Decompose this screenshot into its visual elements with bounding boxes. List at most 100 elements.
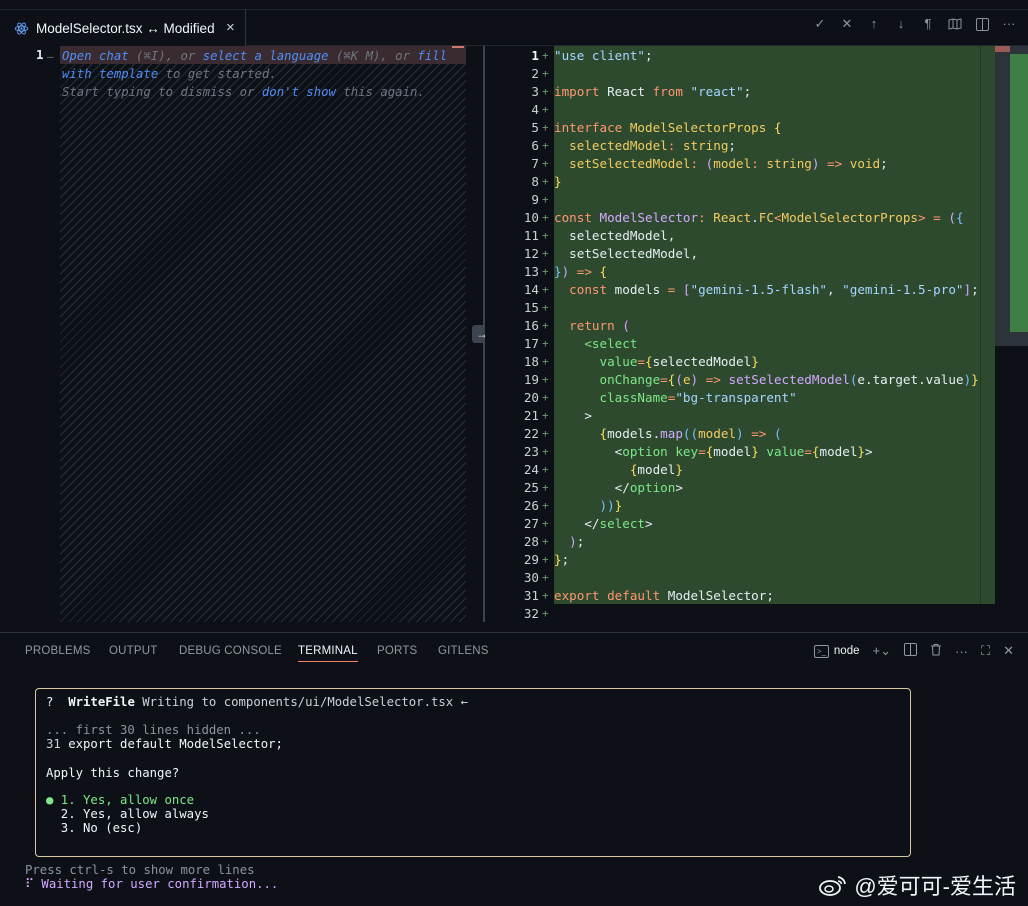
hint-link[interactable]: select a language [203, 49, 329, 63]
code-text: ))} [599, 498, 623, 513]
code-line: 19 + onChange={(e) => setSelectedModel(e.… [485, 371, 995, 389]
line-number: 22 [523, 426, 539, 441]
terminal-selector[interactable]: >_ node [813, 644, 860, 658]
code-line: 23 + <option key={model} value={model}> [485, 443, 995, 461]
added-line-marker: + [542, 121, 549, 134]
split-terminal-icon[interactable] [903, 643, 917, 659]
option-allow-always[interactable]: 2. Yes, allow always [46, 807, 209, 821]
line-number: 30 [523, 570, 539, 585]
pilcrow-icon[interactable]: ¶ [921, 17, 935, 31]
code-text: export default ModelSelector; [554, 588, 774, 603]
hint-text: (⌘I), or [128, 49, 203, 63]
line-number: 28 [523, 534, 539, 549]
code-line: 10 + const ModelSelector: React.FC<ModelSe… [485, 209, 995, 227]
code-text: > [584, 408, 592, 423]
added-line-marker: + [542, 445, 549, 458]
hint-text: Start typing to dismiss or [62, 85, 255, 99]
code-line: 18 + value={selectedModel} [485, 353, 995, 371]
hint-link[interactable]: Open chat [62, 49, 129, 63]
line-number: 6 [531, 138, 539, 153]
tab-gitlens[interactable]: GITLENS [438, 645, 489, 657]
more-icon[interactable]: ··· [1002, 17, 1016, 31]
code-text: }) => { [554, 264, 608, 279]
code-text: import React from "react"; [554, 84, 752, 99]
code-line: 31 + export default ModelSelector; [485, 587, 995, 605]
line-number: 27 [523, 516, 539, 531]
code-line: 32 + [485, 605, 995, 623]
code-text: } [554, 174, 562, 189]
line-number: 11 [523, 228, 539, 243]
editor-tab-bar: ModelSelector.tsx ↔ Modified × ✓ ✕ ↑ ↓ ¶… [0, 0, 1028, 47]
code-line: 20 + className="bg-transparent" [485, 389, 995, 407]
line-number: 15 [523, 300, 539, 315]
more-icon[interactable]: ··· [955, 644, 968, 659]
tab-output[interactable]: OUTPUT [109, 645, 157, 657]
hidden-lines-note: ... first 30 lines hidden ... [46, 723, 261, 737]
modified-editor-pane[interactable]: 1 + "use client"; 2 +3 + import React from "re… [485, 46, 1028, 622]
trash-icon[interactable] [930, 643, 942, 659]
line-number: 2 [531, 66, 539, 81]
tab-terminal[interactable]: TERMINAL [298, 645, 358, 662]
arrow-up-icon[interactable]: ↑ [867, 17, 881, 31]
code-line: 15 + [485, 299, 995, 317]
line-number: 21 [523, 408, 539, 423]
code-line: 14 + const models = ["gemini-1.5-flash", … [485, 281, 995, 299]
code-line: 21 + > [485, 407, 995, 425]
option-allow-once[interactable]: ● 1. Yes, allow once [46, 793, 194, 807]
added-line-marker: + [542, 67, 549, 80]
line-number: 12 [523, 246, 539, 261]
code-text: const models = ["gemini-1.5-flash", "gem… [569, 282, 979, 297]
maximize-panel-icon[interactable]: ⛶ [981, 643, 990, 659]
watermark: @爱可可-爱生活 [818, 869, 1016, 901]
added-line-marker: + [542, 481, 549, 494]
apply-question: Apply this change? [46, 766, 180, 780]
code-line: 22 + {models.map((model) => ( [485, 425, 995, 443]
added-line-marker: + [542, 157, 549, 170]
code-line: 8 +} [485, 173, 995, 191]
original-editor-pane[interactable]: 1 — Open chat (⌘I), or select a language… [0, 46, 466, 622]
add-terminal-icon[interactable]: +⌄ [873, 643, 891, 659]
line-number: 14 [523, 282, 539, 297]
arrow-down-icon[interactable]: ↓ [894, 17, 908, 31]
weibo-logo-icon [819, 876, 847, 896]
line-gutter: 1 — [36, 47, 54, 63]
line-number: 8 [531, 174, 539, 189]
panel-toolbar: >_ node +⌄ ··· ⛶ ✕ [813, 643, 1014, 659]
code-line: 16 + return ( [485, 317, 995, 335]
code-text: className="bg-transparent" [599, 390, 797, 405]
tab-title: ModelSelector.tsx ↔ Modified [36, 21, 215, 36]
map-icon[interactable] [948, 17, 962, 31]
code-line: 26 + ))} [485, 497, 995, 515]
added-line-marker: + [542, 463, 549, 476]
hint-text: this again. [335, 85, 425, 99]
editor-tab[interactable]: ModelSelector.tsx ↔ Modified × [0, 10, 246, 47]
added-line-marker: + [542, 193, 549, 206]
line-number: 29 [523, 552, 539, 567]
code-line: 7 + setSelectedModel: (model: string) => … [485, 155, 995, 173]
close-tab-icon[interactable]: × [226, 20, 235, 35]
code-line: 28 + ); [485, 533, 995, 551]
added-line-marker: + [542, 265, 549, 278]
code-text: setSelectedModel, [554, 246, 699, 261]
waiting-status: ⠏ Waiting for user confirmation... [25, 877, 279, 891]
close-panel-icon[interactable]: ✕ [1003, 643, 1014, 659]
line-number: 16 [523, 318, 539, 333]
checkmark-icon[interactable]: ✓ [813, 17, 827, 31]
added-line-marker: + [542, 301, 549, 314]
tab-ports[interactable]: PORTS [377, 645, 417, 657]
line-number: 3 [531, 84, 539, 99]
tab-debug-console[interactable]: DEBUG CONSOLE [179, 645, 282, 657]
close-icon[interactable]: ✕ [840, 17, 854, 31]
option-no[interactable]: 3. No (esc) [46, 821, 142, 835]
code-line: 2 + [485, 65, 995, 83]
line-number: 31 [523, 588, 539, 603]
line-number: 25 [523, 480, 539, 495]
hint-link[interactable]: don't show [262, 85, 336, 99]
tab-problems[interactable]: PROBLEMS [25, 645, 91, 657]
code-text: selectedModel, [554, 228, 676, 243]
line-number: 1 [531, 48, 539, 63]
line-number: 4 [531, 102, 539, 117]
split-editor-icon[interactable] [975, 17, 989, 31]
code-line: 3 + import React from "react"; [485, 83, 995, 101]
line-number: 24 [523, 462, 539, 477]
